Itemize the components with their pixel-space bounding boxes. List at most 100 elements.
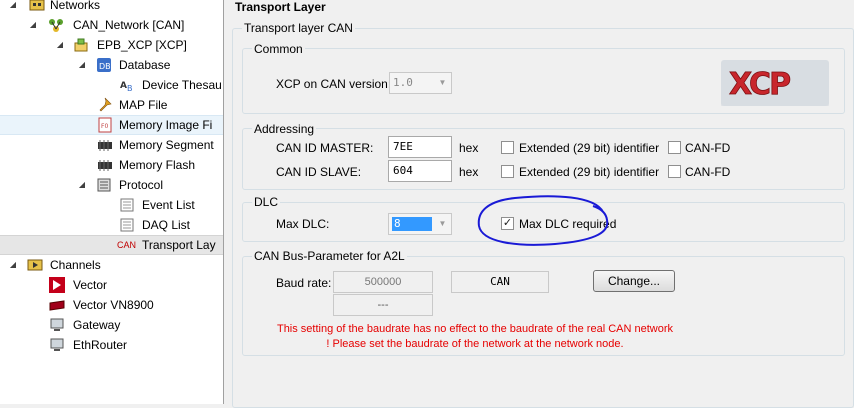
tree-item-label: Gateway bbox=[73, 318, 121, 332]
collapse-triangle-icon[interactable]: ◢ bbox=[55, 40, 65, 50]
extended-id-label: Extended (29 bit) identifier bbox=[519, 141, 660, 155]
ethrouter-icon bbox=[49, 337, 65, 353]
chevron-down-icon: ▼ bbox=[438, 219, 447, 228]
tree-item-can-network[interactable]: ◢ CAN_Network [CAN] bbox=[0, 15, 223, 35]
hex-label: hex bbox=[459, 165, 479, 179]
collapse-triangle-icon[interactable]: ◢ bbox=[77, 60, 87, 70]
can-id-master-input[interactable]: 7EE bbox=[388, 136, 452, 158]
tree-item-memory-image[interactable]: F0 Memory Image Fi bbox=[0, 115, 223, 135]
networks-icon bbox=[29, 0, 45, 13]
secondary-field: --- bbox=[333, 294, 433, 316]
group-title: DLC bbox=[252, 195, 281, 209]
tree-item-ethrouter[interactable]: EthRouter bbox=[0, 335, 223, 355]
extended-id-label: Extended (29 bit) identifier bbox=[519, 165, 660, 179]
tree-item-label: MAP File bbox=[119, 98, 168, 112]
memory-chip-icon bbox=[97, 157, 113, 173]
tree-item-label: EthRouter bbox=[73, 338, 128, 352]
tree-item-event-list[interactable]: Event List bbox=[0, 195, 223, 215]
project-tree[interactable]: ◢ Networks ◢ CAN_Network [CAN] ◢ EPB_XCP… bbox=[0, 0, 224, 404]
can-id-slave-label: CAN ID SLAVE: bbox=[276, 165, 362, 179]
extended-id-slave-checkbox[interactable] bbox=[501, 165, 514, 178]
max-dlc-select[interactable]: 8 ▼ bbox=[388, 213, 452, 235]
select-value: 8 bbox=[392, 217, 432, 231]
tree-item-label: Database bbox=[119, 58, 171, 72]
xcp-logo: XCP bbox=[721, 60, 829, 106]
canfd-slave-checkbox[interactable] bbox=[668, 165, 681, 178]
tree-item-label: Transport Lay bbox=[142, 238, 216, 252]
tree-item-label: Memory Image Fi bbox=[119, 118, 213, 132]
collapse-triangle-icon[interactable]: ◢ bbox=[8, 260, 18, 270]
gateway-icon bbox=[49, 317, 65, 333]
baud-rate-label: Baud rate: bbox=[276, 276, 332, 290]
select-value: 1.0 bbox=[393, 76, 413, 89]
can-id-slave-input[interactable]: 604 bbox=[388, 160, 452, 182]
hex-label: hex bbox=[459, 141, 479, 155]
pin-icon bbox=[97, 97, 113, 113]
page-title: Transport Layer bbox=[235, 0, 326, 14]
canfd-label: CAN-FD bbox=[685, 165, 731, 179]
tree-item-label: Vector bbox=[73, 278, 108, 292]
svg-text:A: A bbox=[120, 81, 127, 91]
tree-item-channels[interactable]: ◢ Channels bbox=[0, 255, 223, 275]
addressing-group bbox=[242, 128, 845, 190]
tree-item-epb-xcp[interactable]: ◢ EPB_XCP [XCP] bbox=[0, 35, 223, 55]
svg-text:F0: F0 bbox=[101, 123, 108, 130]
tree-item-label: Memory Flash bbox=[119, 158, 196, 172]
tree-item-label: Vector VN8900 bbox=[73, 298, 154, 312]
group-title: Addressing bbox=[252, 122, 317, 136]
tree-item-label: DAQ List bbox=[142, 218, 191, 232]
daq-list-icon bbox=[119, 217, 135, 233]
tree-item-label: Networks bbox=[50, 0, 101, 12]
tree-item-protocol[interactable]: ◢ Protocol bbox=[0, 175, 223, 195]
xcp-version-label: XCP on CAN version: bbox=[276, 77, 392, 91]
memory-chip-icon bbox=[97, 137, 113, 153]
ecu-icon bbox=[73, 37, 89, 53]
canfd-master-checkbox[interactable] bbox=[668, 141, 681, 154]
group-title: Common bbox=[252, 42, 305, 56]
baud-type-field: CAN bbox=[451, 271, 549, 293]
protocol-icon bbox=[96, 177, 112, 193]
group-title: Transport layer CAN bbox=[242, 21, 355, 35]
annotation-circle bbox=[477, 195, 609, 246]
canfd-label: CAN-FD bbox=[685, 141, 731, 155]
vector-logo-icon bbox=[49, 277, 65, 293]
tree-item-label: Channels bbox=[50, 258, 101, 272]
thesaurus-icon: AB bbox=[119, 77, 135, 93]
tree-item-vector-vn8900[interactable]: Vector VN8900 bbox=[0, 295, 223, 315]
tree-item-memory-segments[interactable]: Memory Segment bbox=[0, 135, 223, 155]
extended-id-master-checkbox[interactable] bbox=[501, 141, 514, 154]
tree-item-transport-layer[interactable]: CAN Transport Lay bbox=[0, 235, 223, 255]
vn8900-device-icon bbox=[49, 297, 65, 313]
svg-text:DB: DB bbox=[99, 62, 111, 71]
max-dlc-label: Max DLC: bbox=[276, 217, 330, 231]
tree-item-label: Event List bbox=[142, 198, 195, 212]
tree-item-gateway[interactable]: Gateway bbox=[0, 315, 223, 335]
group-title: CAN Bus-Parameter for A2L bbox=[252, 249, 407, 263]
tree-item-networks[interactable]: ◢ Networks bbox=[0, 0, 223, 15]
tree-item-database[interactable]: ◢ DB Database bbox=[0, 55, 223, 75]
tree-item-memory-flash[interactable]: Memory Flash bbox=[0, 155, 223, 175]
memory-image-icon: F0 bbox=[97, 117, 113, 133]
tree-item-daq-list[interactable]: DAQ List bbox=[0, 215, 223, 235]
database-icon: DB bbox=[96, 57, 112, 73]
channels-icon bbox=[27, 257, 43, 273]
baud-rate-field: 500000 bbox=[333, 271, 433, 293]
tree-item-device-thesaurus[interactable]: AB Device Thesau bbox=[0, 75, 223, 95]
tree-item-label: Device Thesau bbox=[142, 78, 222, 92]
tree-item-label: Protocol bbox=[119, 178, 164, 192]
tree-item-vector[interactable]: Vector bbox=[0, 275, 223, 295]
tree-item-label: Memory Segment bbox=[119, 138, 214, 152]
can-tag-icon: CAN bbox=[117, 240, 137, 250]
xcp-version-select[interactable]: 1.0 ▼ bbox=[389, 72, 452, 94]
tree-item-map-file[interactable]: MAP File bbox=[0, 95, 223, 115]
baudrate-warning-text: This setting of the baudrate has no effe… bbox=[276, 323, 674, 350]
collapse-triangle-icon[interactable]: ◢ bbox=[28, 20, 38, 30]
collapse-triangle-icon[interactable]: ◢ bbox=[77, 180, 87, 190]
chevron-down-icon: ▼ bbox=[438, 78, 447, 87]
can-id-master-label: CAN ID MASTER: bbox=[276, 141, 374, 155]
change-button[interactable]: Change... bbox=[593, 270, 675, 292]
transport-layer-panel: Transport Layer Transport layer CAN Comm… bbox=[225, 0, 854, 408]
tree-item-label: CAN_Network [CAN] bbox=[73, 18, 185, 32]
collapse-triangle-icon[interactable]: ◢ bbox=[8, 0, 18, 10]
event-list-icon bbox=[119, 197, 135, 213]
